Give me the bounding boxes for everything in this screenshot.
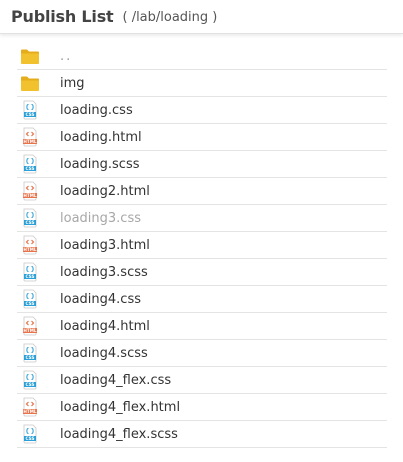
svg-text:CSS: CSS — [26, 382, 35, 387]
file-link[interactable]: loading4_flex.html — [60, 400, 180, 415]
file-link[interactable]: loading3.scss — [60, 265, 148, 280]
html-file-icon: HTML — [20, 397, 40, 417]
svg-text:HTML: HTML — [23, 193, 37, 198]
file-link[interactable]: loading3.css — [60, 211, 141, 226]
html-file-icon: HTML — [20, 235, 40, 255]
css-file-icon: CSS — [20, 154, 40, 174]
file-link[interactable]: loading4_flex.scss — [60, 427, 178, 442]
file-link[interactable]: img — [60, 76, 85, 91]
file-link[interactable]: loading4.html — [60, 319, 150, 334]
css-file-icon: CSS — [20, 289, 40, 309]
file-link[interactable]: loading.html — [60, 130, 142, 145]
svg-text:HTML: HTML — [23, 409, 37, 414]
file-link[interactable]: .. — [60, 49, 72, 64]
file-list-item[interactable]: CSS loading4_flex.css — [17, 367, 387, 394]
file-list-item[interactable]: HTML loading4_flex.html — [17, 394, 387, 421]
svg-text:HTML: HTML — [23, 247, 37, 252]
file-link[interactable]: loading.css — [60, 103, 133, 118]
html-file-icon: HTML — [20, 181, 40, 201]
svg-text:CSS: CSS — [26, 112, 35, 117]
html-file-icon: HTML — [20, 316, 40, 336]
parent-directory-row[interactable]: .. — [17, 43, 387, 70]
file-list-item[interactable]: img — [17, 70, 387, 97]
file-list-item[interactable]: CSS loading4.css — [17, 286, 387, 313]
css-file-icon: CSS — [20, 370, 40, 390]
page-title: Publish List — [11, 7, 114, 26]
svg-text:CSS: CSS — [26, 274, 35, 279]
svg-text:HTML: HTML — [23, 328, 37, 333]
file-list-item[interactable]: CSS loading.css — [17, 97, 387, 124]
file-list-item[interactable]: CSS loading4.scss — [17, 340, 387, 367]
css-file-icon: CSS — [20, 424, 40, 444]
svg-text:CSS: CSS — [26, 166, 35, 171]
css-file-icon: CSS — [20, 343, 40, 363]
svg-text:CSS: CSS — [26, 355, 35, 360]
svg-text:CSS: CSS — [26, 301, 35, 306]
svg-text:CSS: CSS — [26, 220, 35, 225]
file-list: .. img CSS loading.css HTML loading.html CSS lo… — [17, 43, 387, 448]
css-file-icon: CSS — [20, 262, 40, 282]
file-link[interactable]: loading4.scss — [60, 346, 148, 361]
file-link[interactable]: loading.scss — [60, 157, 140, 172]
svg-text:CSS: CSS — [26, 436, 35, 441]
folder-icon — [20, 73, 40, 93]
folder-icon — [20, 46, 40, 66]
file-link[interactable]: loading3.html — [60, 238, 150, 253]
file-link[interactable]: loading4.css — [60, 292, 141, 307]
file-list-item[interactable]: CSS loading4_flex.scss — [17, 421, 387, 448]
css-file-icon: CSS — [20, 100, 40, 120]
html-file-icon: HTML — [20, 127, 40, 147]
file-list-item[interactable]: HTML loading2.html — [17, 178, 387, 205]
current-path: ( /lab/loading ) — [122, 9, 218, 25]
file-list-item[interactable]: CSS loading3.scss — [17, 259, 387, 286]
svg-text:HTML: HTML — [23, 139, 37, 144]
file-list-item[interactable]: CSS loading.scss — [17, 151, 387, 178]
file-list-item[interactable]: CSS loading3.css — [17, 205, 387, 232]
file-list-item[interactable]: HTML loading4.html — [17, 313, 387, 340]
css-file-icon: CSS — [20, 208, 40, 228]
page-header: Publish List ( /lab/loading ) — [0, 0, 403, 34]
file-list-item[interactable]: HTML loading3.html — [17, 232, 387, 259]
file-list-item[interactable]: HTML loading.html — [17, 124, 387, 151]
file-link[interactable]: loading2.html — [60, 184, 150, 199]
file-link[interactable]: loading4_flex.css — [60, 373, 171, 388]
